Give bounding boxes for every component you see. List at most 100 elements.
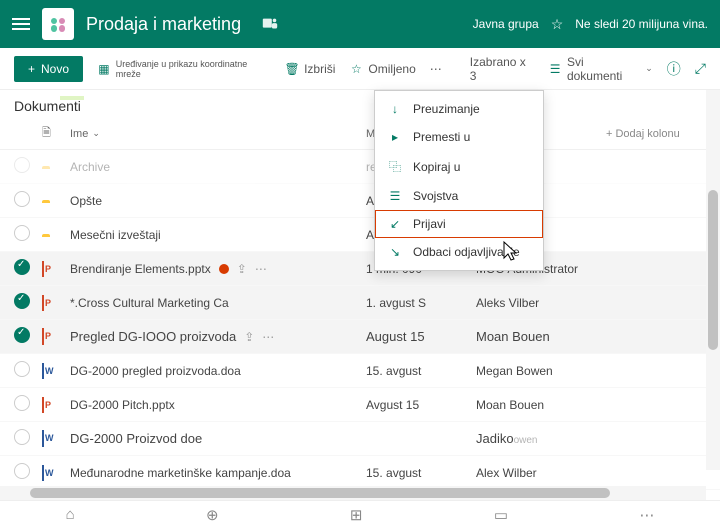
row-checkbox[interactable] xyxy=(14,327,30,343)
table-row[interactable]: DG-2000 Pitch.pptxAvgust 15Moan Bouen xyxy=(0,388,720,422)
file-name[interactable]: Međunarodne marketinške kampanje.doa xyxy=(70,466,366,480)
menu-item[interactable]: ▸ Premesti u xyxy=(375,123,543,151)
menu-item-label: Preuzimanje xyxy=(413,102,480,116)
row-checkbox[interactable] xyxy=(14,259,30,275)
ellipsis-icon: ⋯ xyxy=(430,62,442,76)
modified-cell: Avgust 15 xyxy=(366,398,476,412)
globe-icon[interactable]: ⊕ xyxy=(206,506,219,524)
list-icon: ☰ xyxy=(548,62,562,76)
table-row[interactable]: DG-2000 Proizvod doe Jadikoowen xyxy=(0,422,720,456)
modified-cell: 1. avgust S xyxy=(366,296,476,310)
file-name[interactable]: Archive xyxy=(70,160,366,174)
powerpoint-icon xyxy=(42,397,44,413)
file-name[interactable]: Pregled DG-IOOO proizvoda ⇪ ⋯ xyxy=(70,329,366,344)
horizontal-scrollbar[interactable] xyxy=(0,486,706,500)
menu-toggle[interactable] xyxy=(12,18,30,30)
new-button[interactable]: + Novo xyxy=(14,56,83,82)
vertical-scrollbar[interactable] xyxy=(706,90,720,470)
powerpoint-icon xyxy=(42,295,44,311)
menu-item[interactable]: ↙ Prijavi xyxy=(375,210,543,238)
table-row[interactable]: Archiveresteruay xyxy=(0,150,720,184)
row-checkbox[interactable] xyxy=(14,191,30,207)
site-header: Prodaja i marketing Javna grupa ☆ Ne sle… xyxy=(0,0,720,48)
apps-icon[interactable]: ⊞ xyxy=(350,506,363,524)
table-row[interactable]: Mesečni izveštajiAvgust I xyxy=(0,218,720,252)
row-checkbox[interactable] xyxy=(14,361,30,377)
edit-grid-button[interactable]: ▦ Uređivanje u prikazu koordinatne mreže xyxy=(97,59,271,79)
crumb-label[interactable]: Dokumenti xyxy=(14,98,81,116)
home-icon[interactable]: ⌂ xyxy=(66,506,75,523)
modified-by-cell: Megan Bowen xyxy=(476,364,606,378)
star-outline-icon: ☆ xyxy=(349,62,363,76)
table-row[interactable]: Brendiranje Elements.pptx ⇪ ⋯1 min. 090M… xyxy=(0,252,720,286)
breadcrumb: Dokumenti xyxy=(0,90,720,118)
site-title: Prodaja i marketing xyxy=(86,14,241,35)
bottom-nav: ⌂ ⊕ ⊞ ▭ ⋯ xyxy=(0,500,720,528)
cursor-icon xyxy=(500,240,522,264)
follow-text: Ne sledi 20 milijuna vina. xyxy=(575,17,708,31)
file-name[interactable]: *.Cross Cultural Marketing Ca xyxy=(70,296,366,310)
powerpoint-icon xyxy=(42,261,44,277)
modified-cell: 15. avgust xyxy=(366,466,476,480)
menu-item-icon: ▸ xyxy=(387,130,403,144)
view-selector[interactable]: ☰ Svi dokumenti ⌄ xyxy=(548,55,652,83)
menu-item-icon: ↓ xyxy=(387,102,403,116)
file-name[interactable]: DG-2000 Pitch.pptx xyxy=(70,398,366,412)
menu-item-icon: ⿻ xyxy=(387,158,403,175)
row-more-icon[interactable]: ⋯ xyxy=(255,262,267,276)
share-icon[interactable]: ⇪ xyxy=(237,262,247,276)
info-icon[interactable]: ⓘ xyxy=(667,59,681,79)
modified-by-cell: Moan Bouen xyxy=(476,398,606,412)
modified-cell: 15. avgust xyxy=(366,364,476,378)
menu-item-icon: ↙ xyxy=(387,217,403,231)
modified-by-cell: Alex Wilber xyxy=(476,466,606,480)
row-more-icon[interactable]: ⋯ xyxy=(262,330,274,344)
file-name[interactable]: DG-2000 pregled proizvoda.doa xyxy=(70,364,366,378)
file-type-icon[interactable]: 🗎 xyxy=(42,124,70,143)
table-row[interactable]: *.Cross Cultural Marketing Ca1. avgust S… xyxy=(0,286,720,320)
share-icon[interactable]: ⇪ xyxy=(244,330,254,344)
powerpoint-icon xyxy=(42,328,44,345)
checked-out-icon xyxy=(219,264,229,274)
word-icon xyxy=(42,363,44,379)
row-checkbox[interactable] xyxy=(14,293,30,309)
modified-by-cell: Jadikoowen xyxy=(476,431,606,446)
chevron-down-icon: ⌄ xyxy=(92,128,100,139)
menu-item-label: Svojstva xyxy=(413,189,458,203)
site-logo[interactable] xyxy=(42,8,74,40)
expand-icon[interactable]: ⤢ xyxy=(695,60,706,77)
favorite-button[interactable]: ☆ Omiljeno xyxy=(349,62,415,76)
file-name[interactable]: Brendiranje Elements.pptx ⇪ ⋯ xyxy=(70,262,366,276)
star-icon[interactable]: ☆ xyxy=(551,16,564,33)
row-checkbox[interactable] xyxy=(14,463,30,479)
table-row[interactable]: DG-2000 pregled proizvoda.doa15. avgustM… xyxy=(0,354,720,388)
file-name[interactable]: DG-2000 Proizvod doe xyxy=(70,431,366,446)
file-name[interactable]: Opšte xyxy=(70,194,366,208)
row-checkbox[interactable] xyxy=(14,157,30,173)
row-checkbox[interactable] xyxy=(14,429,30,445)
menu-item[interactable]: ☰Svojstva xyxy=(375,182,543,210)
command-bar: + Novo ▦ Uređivanje u prikazu koordinatn… xyxy=(0,48,720,90)
col-name[interactable]: Ime ⌄ xyxy=(70,128,366,140)
add-column[interactable]: + Dodaj kolonu xyxy=(606,128,706,140)
row-checkbox[interactable] xyxy=(14,395,30,411)
table-row[interactable]: OpšteAugur (Augon) xyxy=(0,184,720,218)
more-button[interactable]: ⋯ xyxy=(430,62,442,76)
dots-icon[interactable]: ⋯ xyxy=(639,506,654,524)
menu-item-label: Kopiraj u xyxy=(413,160,460,174)
menu-item-label: Prijavi xyxy=(413,217,446,231)
grid-icon: ▦ xyxy=(97,62,111,76)
menu-item-label: Premesti u xyxy=(413,130,470,144)
delete-button[interactable]: 🗑 Izbriši xyxy=(285,62,335,76)
table-row[interactable]: Međunarodne marketinške kampanje.doa15. … xyxy=(0,456,720,490)
teams-icon[interactable] xyxy=(261,15,279,33)
file-name[interactable]: Mesečni izveštaji xyxy=(70,228,366,242)
menu-item[interactable]: ⿻ Kopiraj u xyxy=(375,151,543,182)
plus-icon: + xyxy=(28,62,35,76)
menu-item-icon: ↘ xyxy=(387,245,403,259)
menu-item[interactable]: ↓ Preuzimanje xyxy=(375,95,543,123)
row-checkbox[interactable] xyxy=(14,225,30,241)
trash-icon: 🗑 xyxy=(285,62,299,76)
squares-icon[interactable]: ▭ xyxy=(494,506,508,524)
table-row[interactable]: Pregled DG-IOOO proizvoda ⇪ ⋯August 15Mo… xyxy=(0,320,720,354)
